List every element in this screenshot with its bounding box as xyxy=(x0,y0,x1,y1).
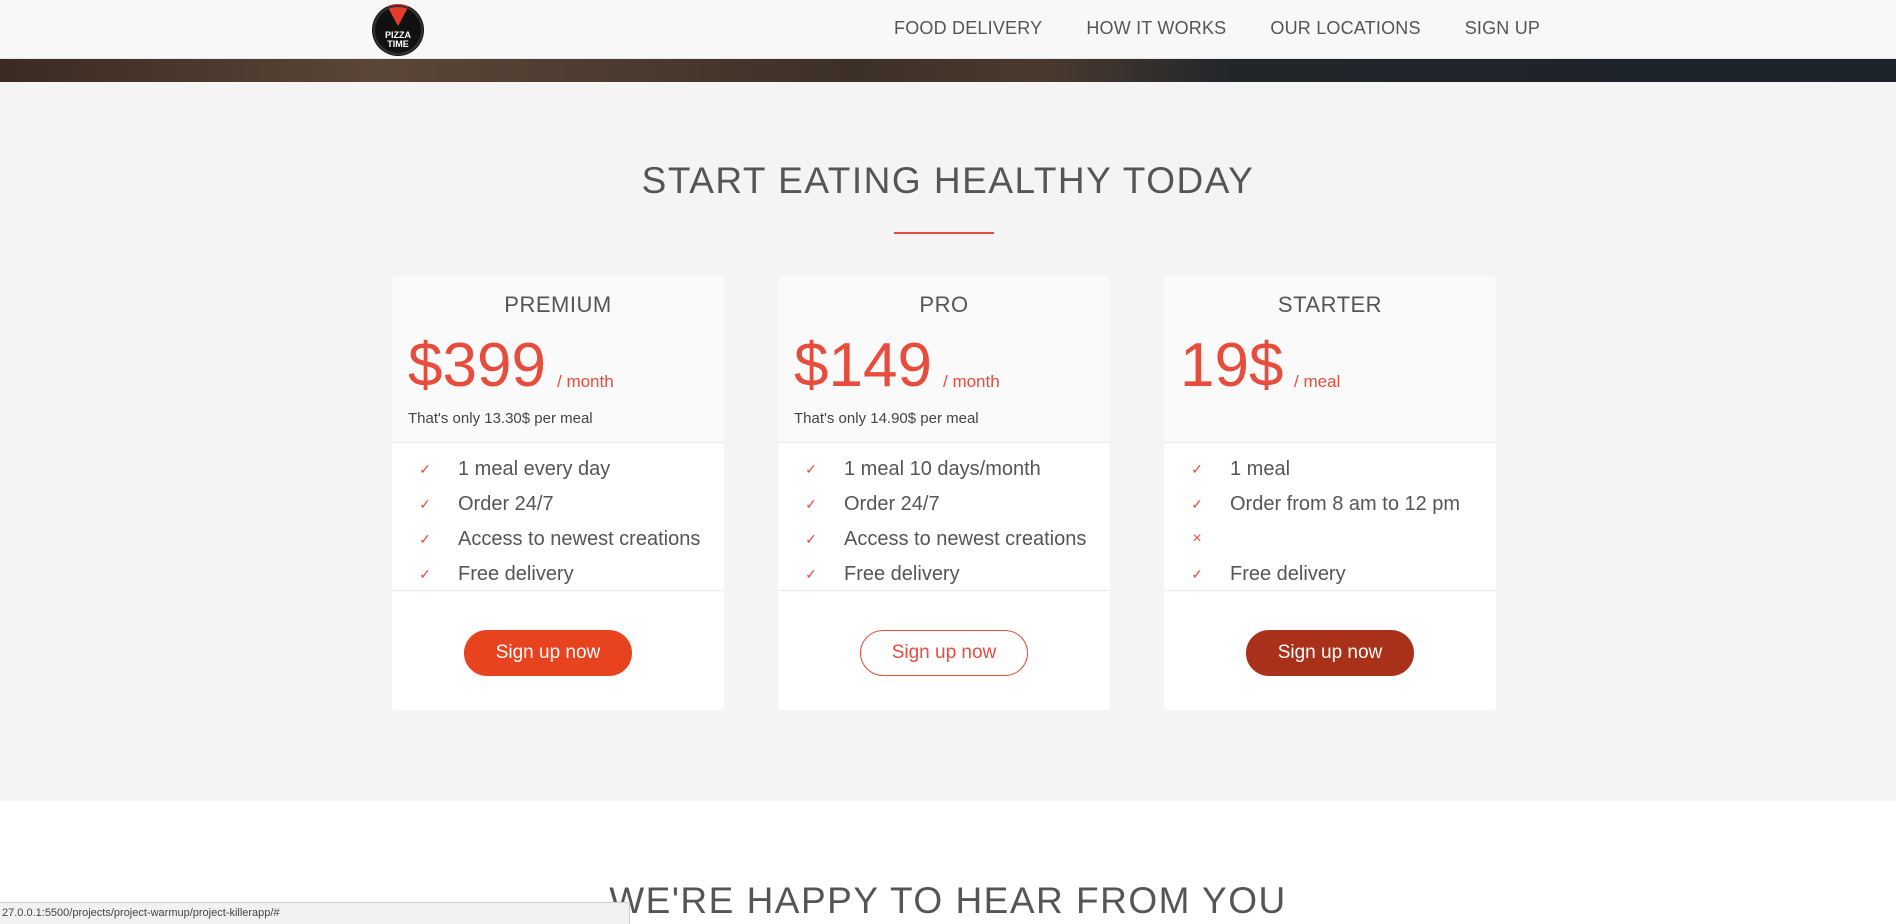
feature-text: Order 24/7 xyxy=(844,492,940,515)
feature-item: ✓ Access to newest creations xyxy=(804,524,1086,554)
feature-text: Order from 8 am to 12 pm xyxy=(1230,492,1461,515)
cross-icon: × xyxy=(1192,530,1202,547)
nav-how-it-works[interactable]: HOW IT WORKS xyxy=(1086,18,1226,39)
pro-sign-up-button[interactable]: Sign up now xyxy=(860,630,1028,676)
plan-price-unit: / month xyxy=(557,372,614,391)
plan-price-unit: / month xyxy=(943,372,1000,391)
plan-name: PRO xyxy=(919,292,969,317)
starter-sign-up-button[interactable]: Sign up now xyxy=(1246,630,1414,676)
plan-card-starter: STARTER 19$ / meal ✓ 1 meal ✓ Order from… xyxy=(1164,276,1496,710)
feature-item: ✓ Access to newest creations xyxy=(418,524,700,554)
plan-name: PREMIUM xyxy=(504,292,612,317)
plan-header: PRO $149 / month That's only 14.90$ per … xyxy=(778,276,1110,443)
nav-food-delivery[interactable]: FOOD DELIVERY xyxy=(894,18,1042,39)
plan-per-meal-note: That's only 14.90$ per meal xyxy=(794,410,979,427)
plan-features: ✓ 1 meal every day ✓ Order 24/7 ✓ Access… xyxy=(392,443,724,591)
plan-price-unit: / meal xyxy=(1294,372,1341,391)
feature-item: ✓ Order 24/7 xyxy=(418,489,554,519)
title-divider xyxy=(894,232,994,234)
plan-price: 19$ xyxy=(1180,331,1284,400)
feature-text: Free delivery xyxy=(458,562,574,585)
check-icon: ✓ xyxy=(419,460,431,477)
logo-text-line2: TIME xyxy=(387,39,409,49)
plan-features: ✓ 1 meal ✓ Order from 8 am to 12 pm × ✓ … xyxy=(1164,443,1496,591)
plan-per-meal-note: That's only 13.30$ per meal xyxy=(408,410,593,427)
page: PIZZA TIME FOOD DELIVERY HOW IT WORKS OU… xyxy=(0,0,1896,924)
feature-text: 1 meal xyxy=(1230,457,1291,480)
nav-links: FOOD DELIVERY HOW IT WORKS OUR LOCATIONS… xyxy=(894,18,1584,39)
plan-price: $149 xyxy=(794,331,932,400)
feature-item: ✓ Free delivery xyxy=(418,559,574,589)
check-icon: ✓ xyxy=(805,565,817,582)
feature-item: ✓ 1 meal every day xyxy=(418,454,610,484)
plan-card-premium: PREMIUM $399 / month That's only 13.30$ … xyxy=(392,276,724,710)
check-icon: ✓ xyxy=(1191,565,1203,582)
feature-item: ✓ Free delivery xyxy=(1190,559,1346,589)
browser-status-bar: 27.0.0.1:5500/projects/project-warmup/pr… xyxy=(0,902,630,924)
feature-item: ✓ Order 24/7 xyxy=(804,489,940,519)
plan-features: ✓ 1 meal 10 days/month ✓ Order 24/7 ✓ Ac… xyxy=(778,443,1110,591)
check-icon: ✓ xyxy=(1191,460,1203,477)
feature-text: Order 24/7 xyxy=(458,492,554,515)
check-icon: ✓ xyxy=(419,495,431,512)
check-icon: ✓ xyxy=(805,495,817,512)
feature-text: Access to newest creations xyxy=(844,527,1087,550)
plans-section-title: START EATING HEALTHY TODAY xyxy=(641,160,1255,201)
plan-header: STARTER 19$ / meal xyxy=(1164,276,1496,443)
pizza-time-logo[interactable]: PIZZA TIME xyxy=(372,4,424,56)
nav-our-locations[interactable]: OUR LOCATIONS xyxy=(1270,18,1420,39)
check-icon: ✓ xyxy=(419,565,431,582)
nav-sign-up[interactable]: SIGN UP xyxy=(1465,18,1540,39)
plan-header: PREMIUM $399 / month That's only 13.30$ … xyxy=(392,276,724,443)
feature-text: Free delivery xyxy=(1230,562,1346,585)
check-icon: ✓ xyxy=(805,460,817,477)
feature-item: ✓ 1 meal 10 days/month xyxy=(804,454,1041,484)
top-navigation: PIZZA TIME FOOD DELIVERY HOW IT WORKS OU… xyxy=(0,0,1896,59)
plan-price: $399 xyxy=(408,331,546,400)
feature-item: ✓ Order from 8 am to 12 pm xyxy=(1190,489,1460,519)
check-icon: ✓ xyxy=(805,530,817,547)
feature-text: Access to newest creations xyxy=(458,527,701,550)
feature-item: ✓ Free delivery xyxy=(804,559,960,589)
feature-text: Free delivery xyxy=(844,562,960,585)
check-icon: ✓ xyxy=(1191,495,1203,512)
feature-text: 1 meal every day xyxy=(458,457,611,480)
premium-sign-up-button[interactable]: Sign up now xyxy=(464,630,632,676)
plan-card-pro: PRO $149 / month That's only 14.90$ per … xyxy=(778,276,1110,710)
feature-item: ✓ 1 meal xyxy=(1190,454,1290,484)
check-icon: ✓ xyxy=(419,530,431,547)
hero-image-edge xyxy=(0,59,1896,82)
plan-name: STARTER xyxy=(1277,292,1383,317)
feature-item: × xyxy=(1190,524,1230,554)
feature-text: 1 meal 10 days/month xyxy=(844,457,1041,480)
